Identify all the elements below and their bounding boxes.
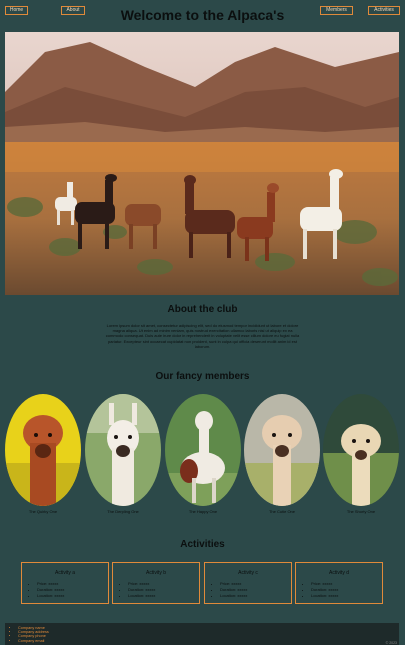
activity-card[interactable]: Activity b Price: xxxxx Duration: xxxxx … [112, 562, 200, 604]
activity-details: Price: xxxxx Duration: xxxxx Location: x… [211, 581, 247, 599]
page-title: Welcome to the Alpaca's [120, 7, 285, 23]
footer: Company name Company address Company pho… [5, 623, 399, 645]
hero-image [5, 32, 399, 295]
activity-title: Activity d [328, 570, 349, 576]
members-title: Our fancy members [155, 371, 250, 382]
activity-card[interactable]: Activity c Price: xxxxx Duration: xxxxx … [204, 562, 292, 604]
member-card[interactable]: The Happy One [164, 393, 242, 514]
member-name: The Shorty One [346, 509, 376, 514]
member-name: The Quirky One [28, 509, 58, 514]
activities-title: Activities [180, 539, 225, 550]
member-photo [5, 394, 81, 506]
activity-card[interactable]: Activity d Price: xxxxx Duration: xxxxx … [295, 562, 383, 604]
member-name: The Happy One [188, 509, 218, 514]
member-name: The Cutie One [268, 509, 295, 514]
member-card[interactable]: The Quirky One [4, 393, 82, 514]
member-photo [85, 394, 161, 506]
activity-details: Price: xxxxx Duration: xxxxx Location: x… [119, 581, 155, 599]
member-card[interactable]: The Derpling One [84, 393, 162, 514]
member-photo [244, 394, 320, 506]
member-card[interactable]: The Cutie One [243, 393, 321, 514]
activity-location: Location: xxxxx [128, 593, 155, 599]
member-photo [165, 394, 241, 506]
member-card[interactable]: The Shorty One [322, 393, 400, 514]
about-title: About the club [167, 304, 238, 315]
activity-title: Activity b [145, 570, 166, 576]
activity-title: Activity a [54, 570, 75, 576]
activity-location: Location: xxxxx [311, 593, 338, 599]
activity-location: Location: xxxxx [37, 593, 64, 599]
activity-location: Location: xxxxx [220, 593, 247, 599]
activity-card[interactable]: Activity a Price: xxxxx Duration: xxxxx … [21, 562, 109, 604]
member-name: The Derpling One [107, 509, 139, 514]
footer-copyright: © 2023 [385, 641, 397, 645]
footer-company-email: Company email [18, 639, 399, 643]
activity-details: Price: xxxxx Duration: xxxxx Location: x… [302, 581, 338, 599]
activity-details: Price: xxxxx Duration: xxxxx Location: x… [28, 581, 64, 599]
member-photo [323, 394, 399, 506]
activity-title: Activity c [238, 570, 258, 576]
footer-contact-list: Company name Company address Company pho… [5, 623, 399, 643]
about-text: Lorem ipsum dolor sit amet, consectetur … [105, 323, 300, 349]
